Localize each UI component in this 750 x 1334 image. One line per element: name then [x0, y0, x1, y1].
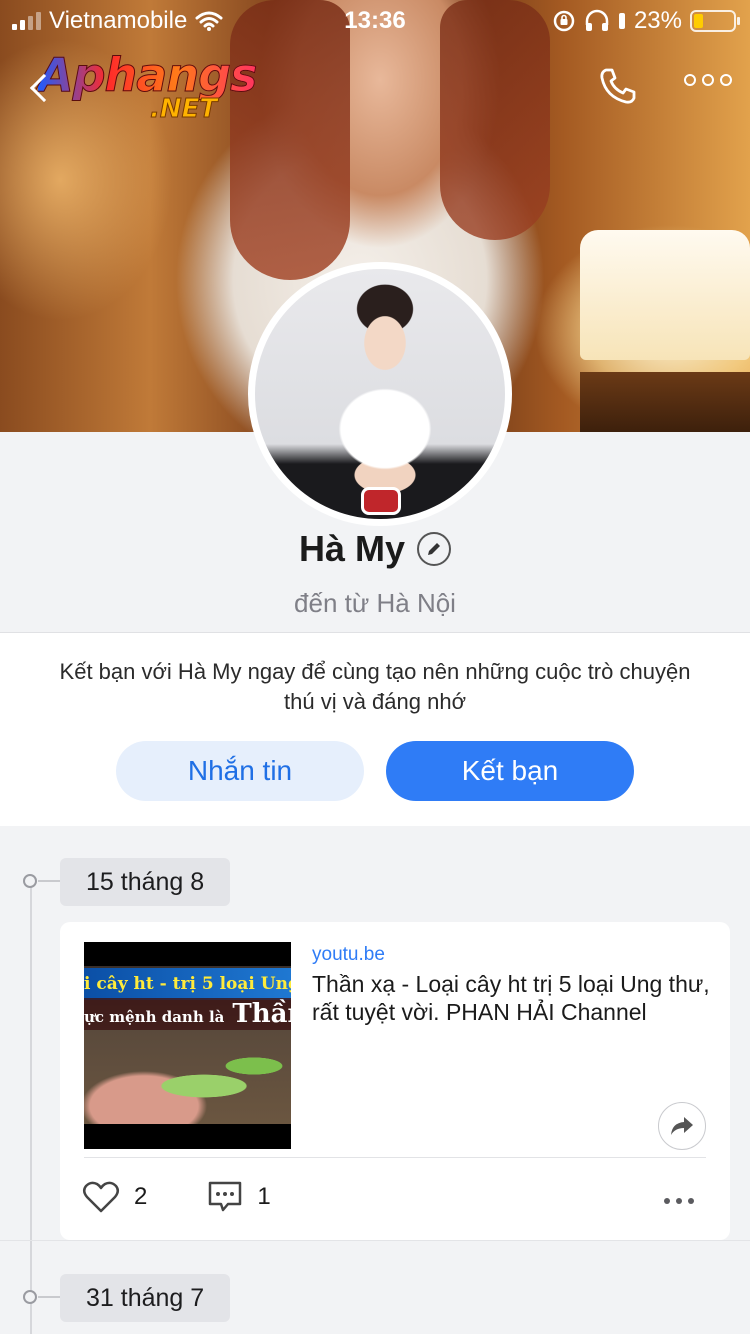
- thumbnail-caption-2-text: ực mệnh danh là: [84, 1008, 225, 1026]
- watermark-main: Aphangs: [38, 50, 268, 101]
- headphones-icon: [585, 9, 609, 31]
- timeline-dot: [23, 1290, 37, 1304]
- battery-icon: [690, 10, 740, 32]
- section-divider: [0, 1240, 750, 1241]
- heart-icon: [83, 1181, 119, 1213]
- comment-icon: [209, 1181, 242, 1212]
- status-bar: Vietnamobile 13:36 23%: [0, 0, 750, 40]
- friend-prompt-text: Kết bạn với Hà My ngay để cùng tạo nên n…: [59, 659, 691, 714]
- profile-name: Hà My: [298, 528, 406, 569]
- message-button[interactable]: Nhắn tin: [116, 741, 364, 801]
- like-button[interactable]: 2: [82, 1180, 147, 1214]
- comment-count: 1: [257, 1183, 271, 1210]
- alarm-icon: [618, 13, 625, 29]
- post-link-title[interactable]: Thần xạ - Loại cây ht trị 5 loại Ung thư…: [312, 970, 710, 1026]
- cover-photo-lamp-base: [580, 372, 750, 432]
- post-thumbnail[interactable]: i cây ht - trị 5 loại Ung th ực mệnh dan…: [84, 942, 291, 1149]
- add-friend-button[interactable]: Kết bạn: [386, 741, 634, 801]
- battery-percent: 23%: [633, 7, 682, 34]
- edit-icon[interactable]: [417, 532, 452, 566]
- more-options-icon[interactable]: [684, 74, 732, 86]
- rotation-lock-icon: [553, 10, 575, 32]
- post-actions: 2 1: [82, 1180, 331, 1214]
- avatar-badge: [361, 487, 401, 515]
- profile-location: đến từ Hà Nội: [294, 588, 456, 618]
- post-card[interactable]: i cây ht - trị 5 loại Ung th ực mệnh dan…: [60, 922, 730, 1240]
- comment-button[interactable]: 1: [207, 1180, 271, 1214]
- post-more-icon[interactable]: [664, 1198, 694, 1204]
- status-right: 23%: [552, 7, 740, 35]
- share-icon: [671, 1117, 693, 1135]
- thumbnail-caption-2: ực mệnh danh là Thần X: [84, 998, 291, 1030]
- friend-prompt-panel: Kết bạn với Hà My ngay để cùng tạo nên n…: [0, 632, 750, 826]
- timeline-dot: [23, 874, 37, 888]
- timeline-date: 15 tháng 8: [60, 858, 231, 906]
- timeline-line: [30, 880, 32, 1334]
- watermark-logo: Aphangs .NET: [38, 50, 268, 130]
- cover-photo-detail: [230, 0, 350, 280]
- thumbnail-caption-1: i cây ht - trị 5 loại Ung th: [84, 968, 291, 1000]
- cover-photo-lamp: [580, 230, 750, 360]
- post-link-source[interactable]: youtu.be: [312, 944, 385, 966]
- timeline-connector: [38, 1296, 60, 1298]
- avatar[interactable]: [248, 262, 512, 526]
- share-button[interactable]: [658, 1102, 706, 1150]
- watermark-suffix: .NET: [149, 94, 218, 125]
- timeline-date: 31 tháng 7: [60, 1274, 231, 1322]
- call-icon[interactable]: [596, 64, 640, 108]
- thumbnail-caption-big: Thần X: [232, 999, 291, 1029]
- post-divider: [84, 1157, 706, 1158]
- timeline-connector: [38, 880, 60, 882]
- profile-name-row: Hà My: [0, 528, 750, 570]
- like-count: 2: [134, 1183, 148, 1210]
